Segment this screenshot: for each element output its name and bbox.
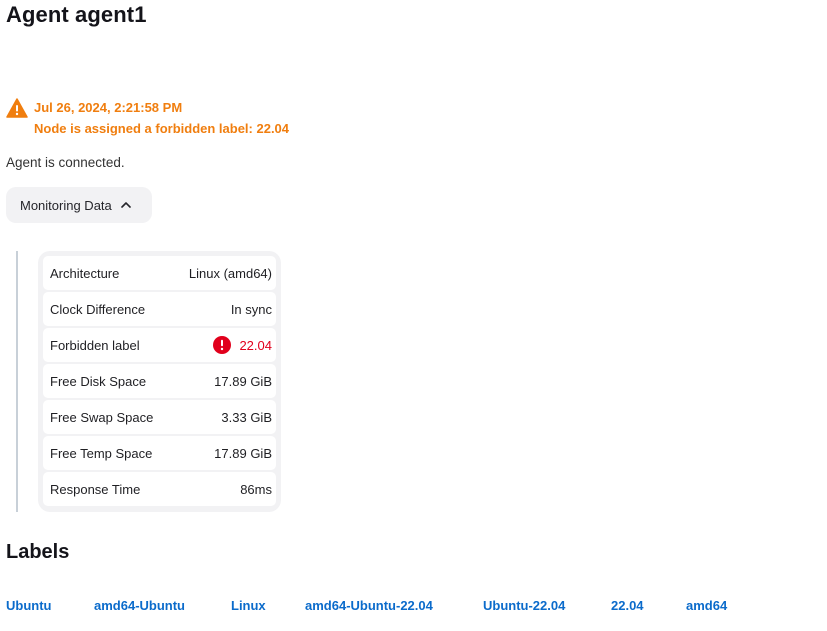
monitoring-data-toggle-label: Monitoring Data [20,197,112,213]
label-link-amd64[interactable]: amd64 [686,598,727,613]
monitor-row-free-temp-space: Free Temp Space 17.89 GiB [43,436,276,470]
labels-heading: Labels [6,541,70,563]
label-link-amd64-ubuntu[interactable]: amd64-Ubuntu [94,598,185,613]
monitor-label: Free Swap Space [50,409,154,425]
monitor-value: 86ms [240,481,272,497]
forbidden-label-value: 22.04 [239,337,272,353]
monitor-row-forbidden-label: Forbidden label 22.04 [43,328,276,362]
monitoring-data-toggle[interactable]: Monitoring Data [6,187,152,223]
forbidden-label-warning: Jul 26, 2024, 2:21:58 PM Node is assigne… [6,97,289,139]
monitor-label: Clock Difference [50,301,146,317]
monitor-label: Architecture [50,265,120,281]
monitor-row-response-time: Response Time 86ms [43,472,276,506]
label-link-ubuntu[interactable]: Ubuntu [6,598,51,613]
warning-timestamp: Jul 26, 2024, 2:21:58 PM [34,100,183,115]
monitor-value-error: 22.04 [213,336,272,354]
monitor-label: Forbidden label [50,337,140,353]
monitor-value: 3.33 GiB [221,409,272,425]
monitoring-data-divider [16,251,18,512]
connection-status: Agent is connected. [6,155,125,170]
monitor-label: Response Time [50,481,141,497]
monitor-row-architecture: Architecture Linux (amd64) [43,256,276,290]
monitor-label: Free Temp Space [50,445,153,461]
monitor-value: 17.89 GiB [214,445,272,461]
chevron-up-icon [120,202,131,208]
monitor-row-clock-difference: Clock Difference In sync [43,292,276,326]
page-title: Agent agent1 [6,2,147,27]
monitor-value: In sync [230,301,272,317]
label-link-linux[interactable]: Linux [231,598,266,613]
label-link-ubuntu-22-04[interactable]: Ubuntu-22.04 [483,598,565,613]
monitor-value: 17.89 GiB [214,373,272,389]
label-link-22-04[interactable]: 22.04 [611,598,644,613]
monitor-row-free-swap-space: Free Swap Space 3.33 GiB [43,400,276,434]
monitor-row-free-disk-space: Free Disk Space 17.89 GiB [43,364,276,398]
monitor-label: Free Disk Space [50,373,147,389]
warning-message: Node is assigned a forbidden label: 22.0… [34,121,290,136]
monitoring-data-table: Architecture Linux (amd64) Clock Differe… [38,251,281,512]
monitor-value: Linux (amd64) [188,265,272,281]
label-link-amd64-ubuntu-22-04[interactable]: amd64-Ubuntu-22.04 [305,598,433,613]
error-icon [213,336,232,354]
warning-icon [6,98,28,118]
